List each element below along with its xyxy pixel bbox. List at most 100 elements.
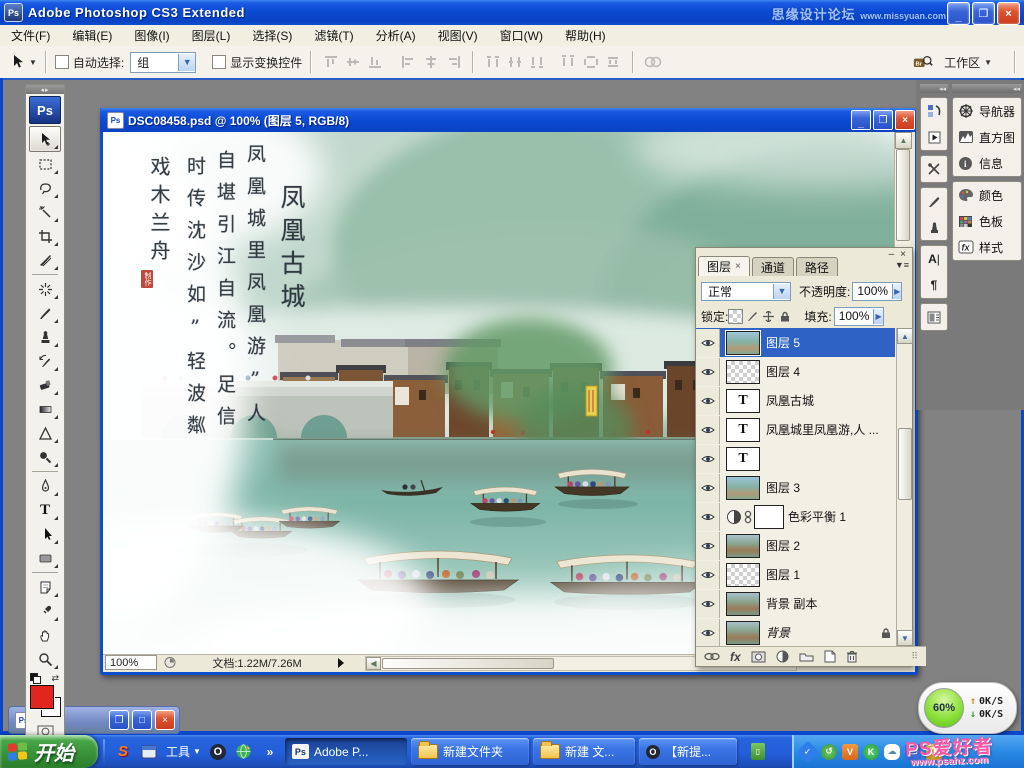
layers-scroll-up-icon[interactable]: ▲ — [897, 328, 913, 344]
tool-move[interactable] — [29, 126, 61, 152]
layers-scrollbar[interactable]: ▲ ▼ — [896, 328, 912, 646]
mini-restore-button[interactable]: ❐ — [109, 710, 129, 730]
visibility-eye-icon[interactable] — [696, 561, 720, 589]
layer-row-text3[interactable]: T — [696, 444, 895, 474]
link-layers-icon[interactable] — [704, 652, 720, 661]
auto-align-layers-icon[interactable] — [644, 54, 662, 70]
default-colors-icon[interactable] — [30, 673, 40, 683]
auto-select-checkbox[interactable] — [55, 55, 69, 69]
layer-row-text1[interactable]: T 凤凰古城 — [696, 386, 895, 416]
delete-layer-icon[interactable] — [846, 650, 858, 663]
layer-row-layer5[interactable]: 图层 5 — [696, 328, 895, 358]
new-layer-icon[interactable] — [824, 650, 836, 663]
menu-window[interactable]: 窗口(W) — [489, 27, 554, 44]
tools-menu[interactable]: 工具 ▼ — [166, 743, 201, 760]
quicklaunch-overflow-icon[interactable]: » — [260, 742, 280, 762]
app-titlebar[interactable]: Ps Adobe Photoshop CS3 Extended 思缘设计论坛 w… — [0, 0, 1024, 25]
layer-row-layer4[interactable]: 图层 4 — [696, 357, 895, 387]
visibility-eye-icon[interactable] — [696, 445, 720, 473]
tool-eyedropper[interactable] — [30, 599, 60, 623]
tool-slice[interactable] — [30, 248, 60, 272]
task-new-folder[interactable]: 新建文件夹 — [411, 738, 529, 765]
menu-filter[interactable]: 滤镜(T) — [303, 27, 364, 44]
layer-row-bg-copy[interactable]: 背景 副本 — [696, 589, 895, 619]
tool-clone-stamp[interactable] — [30, 325, 60, 349]
tool-type[interactable]: T — [30, 498, 60, 522]
sogou-icon[interactable]: S — [113, 742, 133, 762]
align-right-icon[interactable] — [444, 54, 462, 70]
minimize-button[interactable]: _ — [947, 2, 970, 25]
paragraph-panel-icon[interactable]: ¶ — [922, 272, 946, 298]
close-button[interactable]: × — [997, 2, 1020, 25]
navigator-panel-button[interactable]: 导航器 — [953, 98, 1021, 124]
tool-lasso[interactable] — [30, 176, 60, 200]
panel-close-icon[interactable]: × — [900, 252, 906, 258]
tray-thunder-icon[interactable]: ✓ — [797, 740, 820, 763]
lock-pixels-icon[interactable] — [746, 310, 759, 323]
lock-transparency-icon[interactable] — [728, 309, 743, 324]
foreground-color-swatch[interactable] — [30, 685, 54, 709]
distribute-vcenter-icon[interactable] — [506, 54, 524, 70]
scroll-left-icon[interactable]: ◀ — [366, 657, 381, 670]
swap-colors-icon[interactable]: ⇄ — [51, 673, 59, 684]
styles-panel-button[interactable]: fx 样式 — [953, 234, 1021, 260]
visibility-eye-icon[interactable] — [696, 358, 720, 386]
tab-paths[interactable]: 路径 — [796, 257, 838, 276]
layer-thumbnail[interactable] — [726, 331, 760, 355]
layer-style-icon[interactable]: fx — [730, 650, 741, 664]
layer-thumbnail[interactable] — [726, 621, 760, 645]
tool-dodge[interactable] — [30, 445, 60, 469]
tool-eraser[interactable] — [30, 373, 60, 397]
distribute-bottom-icon[interactable] — [528, 54, 546, 70]
history-panel-icon[interactable] — [922, 98, 946, 124]
opacity-field[interactable]: 100% ▶ — [852, 282, 902, 301]
doc-minimize-button[interactable]: _ — [851, 110, 871, 130]
auto-select-dropdown[interactable]: 组 ▼ — [130, 52, 196, 73]
tray-antivirus-icon[interactable]: V — [842, 744, 858, 760]
blend-mode-dropdown[interactable]: 正常 ▼ — [701, 282, 791, 301]
layer-thumbnail[interactable] — [726, 360, 760, 384]
tool-spot-healing[interactable] — [30, 277, 60, 301]
tool-history-brush[interactable] — [30, 349, 60, 373]
layer-row-color-balance[interactable]: 色彩平衡 1 — [696, 502, 895, 532]
mini-close-button[interactable]: × — [155, 710, 175, 730]
menu-file[interactable]: 文件(F) — [0, 27, 61, 44]
menu-select[interactable]: 选择(S) — [241, 27, 303, 44]
go-to-bridge-icon[interactable]: Br — [913, 52, 933, 72]
tab-channels[interactable]: 通道 — [752, 257, 794, 276]
scroll-up-icon[interactable]: ▲ — [895, 132, 912, 149]
toolbox-grip[interactable]: ◂▸ — [26, 85, 64, 94]
type-layer-icon[interactable]: T — [726, 418, 760, 442]
visibility-eye-icon[interactable] — [696, 329, 720, 357]
layer-thumbnail[interactable] — [726, 563, 760, 587]
tab-close-icon[interactable]: × — [735, 261, 741, 272]
layer-thumbnail[interactable] — [726, 476, 760, 500]
status-flyout-icon[interactable] — [337, 658, 345, 668]
tool-blur[interactable] — [30, 421, 60, 445]
move-tool-preset[interactable]: ▼ — [10, 54, 37, 70]
layers-scroll-thumb[interactable] — [898, 428, 912, 500]
usb-device-icon[interactable]: ▯ — [751, 743, 765, 760]
visibility-eye-icon[interactable] — [696, 416, 720, 444]
layer-row-layer2[interactable]: 图层 2 — [696, 531, 895, 561]
type-layer-icon[interactable]: T — [726, 447, 760, 471]
distribute-right-icon[interactable] — [604, 54, 622, 70]
align-hcenter-icon[interactable] — [422, 54, 440, 70]
brushes-panel-icon[interactable] — [922, 188, 946, 214]
layer-comps-icon[interactable] — [922, 304, 946, 330]
task-browser-window[interactable]: O 【新提... — [639, 738, 737, 765]
distribute-left-icon[interactable] — [560, 54, 578, 70]
hscroll-thumb[interactable] — [382, 658, 554, 669]
layers-scroll-down-icon[interactable]: ▼ — [897, 630, 913, 646]
mini-maximize-button[interactable]: □ — [132, 710, 152, 730]
maximize-button[interactable]: ❐ — [972, 2, 995, 25]
tool-hand[interactable] — [30, 623, 60, 647]
tool-path-selection[interactable] — [30, 522, 60, 546]
menu-edit[interactable]: 编辑(E) — [61, 27, 123, 44]
add-mask-icon[interactable] — [751, 651, 766, 663]
vscroll-thumb[interactable] — [896, 149, 910, 241]
clone-source-icon[interactable] — [922, 214, 946, 240]
swatches-panel-button[interactable]: 色板 — [953, 208, 1021, 234]
align-bottom-icon[interactable] — [366, 54, 384, 70]
network-speed-widget[interactable]: 60% ↑0K/S ↓0K/S — [918, 682, 1017, 734]
